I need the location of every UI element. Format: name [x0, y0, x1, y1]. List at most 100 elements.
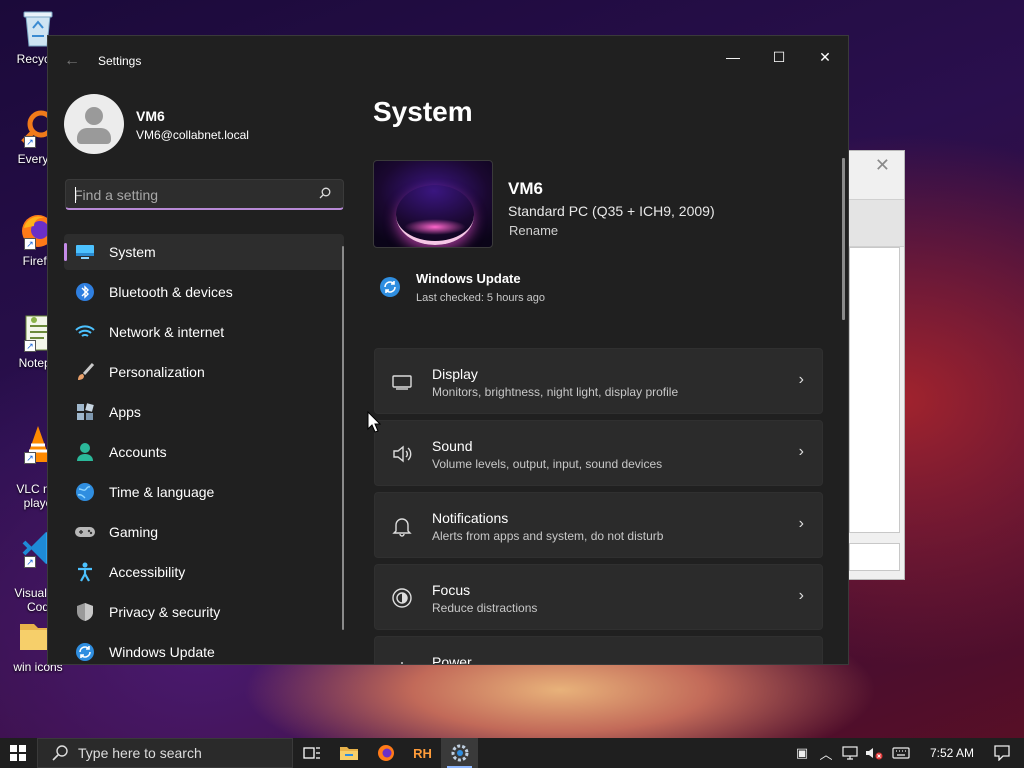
sidebar-item-label: Accessibility — [109, 564, 186, 580]
device-wallpaper-thumbnail — [373, 160, 493, 248]
text-caret — [75, 187, 76, 203]
device-name: VM6 — [508, 179, 543, 198]
rename-link[interactable]: Rename — [509, 223, 558, 238]
volume-muted-icon[interactable] — [862, 738, 886, 768]
sidebar-item-label: Apps — [109, 404, 141, 420]
sidebar-item-windows-update[interactable]: Windows Update — [64, 634, 344, 664]
card-focus[interactable]: Focus Reduce distractions › — [374, 564, 823, 630]
sidebar-item-personalization[interactable]: Personalization — [64, 354, 344, 390]
notification-center-icon[interactable] — [990, 738, 1014, 768]
system-tray: ▣ ︿ 7:52 AM — [790, 738, 1024, 768]
windows-logo-icon — [10, 745, 26, 761]
card-notifications[interactable]: Notifications Alerts from apps and syste… — [374, 492, 823, 558]
brush-icon — [74, 361, 96, 383]
shortcut-arrow-icon: ↗ — [24, 452, 36, 464]
card-display[interactable]: Display Monitors, brightness, night ligh… — [374, 348, 823, 414]
taskbar: Type here to search RH ▣ ︿ 7:52 AM — [0, 738, 1024, 768]
card-title: Focus — [432, 582, 471, 598]
taskbar-search-box[interactable]: Type here to search — [37, 738, 293, 768]
sidebar-item-privacy-security[interactable]: Privacy & security — [64, 594, 344, 630]
sidebar-item-label: System — [109, 244, 156, 260]
main-content: System VM6 Standard PC (Q35 + ICH9, 2009… — [372, 36, 848, 664]
chevron-right-icon: › — [798, 371, 804, 388]
content-scrollbar[interactable] — [842, 158, 845, 320]
taskbar-search-placeholder: Type here to search — [78, 745, 202, 761]
display-icon — [392, 375, 412, 390]
keyboard-icon[interactable] — [886, 738, 916, 768]
firefox-button[interactable] — [367, 738, 404, 768]
windows-update-title[interactable]: Windows Update — [416, 271, 521, 286]
shield-icon — [74, 601, 96, 623]
user-name: VM6 — [136, 108, 165, 124]
close-icon[interactable]: ✕ — [875, 155, 890, 176]
device-model: Standard PC (Q35 + ICH9, 2009) — [508, 203, 715, 219]
globe-icon — [74, 481, 96, 503]
card-subtitle: Reduce distractions — [432, 601, 538, 615]
mouse-cursor-icon — [367, 411, 381, 433]
settings-taskbar-button[interactable] — [441, 738, 478, 768]
back-arrow-icon[interactable]: ← — [64, 52, 80, 70]
system-icon — [74, 241, 96, 263]
shortcut-arrow-icon: ↗ — [24, 238, 36, 250]
gamepad-icon — [74, 521, 96, 543]
sidebar-item-label: Accounts — [109, 444, 167, 460]
usb-icon[interactable]: ▣ — [790, 738, 814, 768]
search-icon[interactable] — [319, 187, 331, 199]
card-power[interactable]: Power › — [374, 636, 823, 664]
bluetooth-icon — [74, 281, 96, 303]
settings-gear-icon — [451, 744, 468, 762]
sidebar-item-bluetooth[interactable]: Bluetooth & devices — [64, 274, 344, 310]
windows-update-icon — [380, 277, 400, 297]
network-icon[interactable] — [838, 738, 862, 768]
sidebar-item-accessibility[interactable]: Accessibility — [64, 554, 344, 590]
accessibility-icon — [74, 561, 96, 583]
chevron-up-icon[interactable]: ︿ — [814, 738, 838, 768]
settings-search-box[interactable] — [65, 179, 344, 210]
card-title: Sound — [432, 438, 473, 454]
search-icon — [52, 745, 68, 761]
sidebar-item-gaming[interactable]: Gaming — [64, 514, 344, 550]
card-subtitle: Volume levels, output, input, sound devi… — [432, 457, 663, 471]
chevron-right-icon: › — [798, 443, 804, 460]
sidebar-item-system[interactable]: System — [64, 234, 344, 270]
search-input[interactable] — [74, 185, 304, 205]
sidebar-item-label: Windows Update — [109, 644, 215, 660]
clock[interactable]: 7:52 AM — [930, 746, 974, 760]
sidebar-item-label: Bluetooth & devices — [109, 284, 233, 300]
sidebar-scrollbar[interactable] — [342, 246, 344, 630]
update-icon — [74, 641, 96, 663]
start-button[interactable] — [0, 738, 36, 768]
sidebar-item-time-language[interactable]: Time & language — [64, 474, 344, 510]
chevron-right-icon: › — [799, 659, 804, 664]
card-title: Display — [432, 366, 478, 382]
rh-app-button[interactable]: RH — [404, 738, 441, 768]
power-icon — [401, 662, 403, 664]
sidebar-item-label: Gaming — [109, 524, 159, 540]
sidebar-item-apps[interactable]: Apps — [64, 394, 344, 430]
dialog-content-area — [849, 247, 900, 533]
chevron-right-icon: › — [798, 587, 804, 604]
shortcut-arrow-icon: ↗ — [24, 136, 36, 148]
sidebar-nav: System Bluetooth & devices Network & int… — [64, 234, 344, 664]
rh-app-icon: RH — [413, 745, 432, 761]
user-email: VM6@collabnet.local — [136, 128, 249, 142]
sidebar-item-label: Network & internet — [109, 324, 225, 340]
shortcut-arrow-icon: ↗ — [24, 556, 36, 568]
shortcut-arrow-icon: ↗ — [24, 340, 36, 352]
sidebar-item-label: Privacy & security — [109, 604, 221, 620]
wifi-icon — [74, 321, 96, 343]
sidebar-item-label: Personalization — [109, 364, 205, 380]
window-title: Settings — [98, 54, 142, 68]
sidebar-item-label: Time & language — [109, 484, 215, 500]
file-explorer-icon — [339, 747, 358, 760]
chevron-right-icon: › — [798, 515, 804, 532]
card-sound[interactable]: Sound Volume levels, output, input, soun… — [374, 420, 823, 486]
sidebar-item-accounts[interactable]: Accounts — [64, 434, 344, 470]
settings-window: ← Settings — ☐ ✕ VM6 VM6@collabnet.local… — [47, 35, 849, 665]
accounts-icon — [74, 441, 96, 463]
page-title: System — [373, 96, 473, 127]
settings-cards: Display Monitors, brightness, night ligh… — [374, 348, 823, 664]
task-view-button[interactable] — [293, 738, 330, 768]
sidebar-item-network[interactable]: Network & internet — [64, 314, 344, 350]
file-explorer-button[interactable] — [330, 738, 367, 768]
